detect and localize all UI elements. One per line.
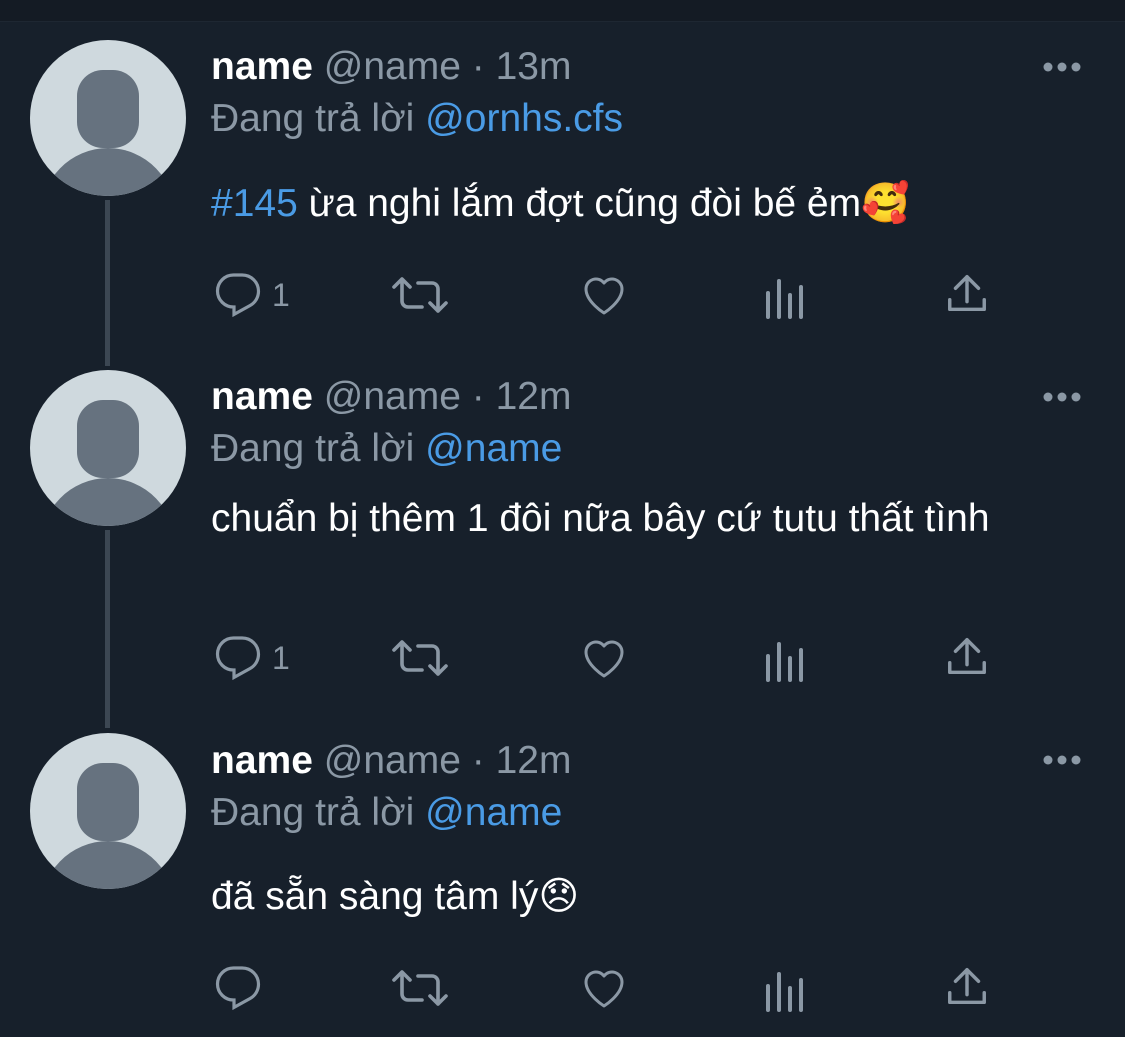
avatar[interactable]	[30, 40, 186, 196]
reply-icon	[215, 636, 261, 681]
display-name[interactable]: name	[211, 45, 313, 88]
display-name[interactable]: name	[211, 739, 313, 782]
tweet-actions: 1	[0, 628, 1125, 688]
like-icon	[584, 970, 624, 1008]
user-handle[interactable]: @name	[324, 739, 461, 782]
replying-to-line: Đang trả lời @name	[211, 424, 562, 474]
separator-dot: ·	[471, 739, 485, 782]
tweet-actions	[0, 958, 1125, 1018]
tweet-text: #145 ừa nghi lắm đợt cũng đòi bế ẻm🥰	[211, 178, 1031, 229]
tweet-time[interactable]: 12m	[496, 375, 572, 418]
reply-icon	[215, 273, 261, 318]
tweet-text-body: đã sẵn sàng tâm lý	[211, 875, 539, 918]
like-button[interactable]	[580, 271, 628, 319]
share-icon	[948, 968, 986, 1005]
retweet-icon	[392, 277, 448, 313]
retweet-icon	[392, 640, 448, 676]
retweet-icon	[392, 970, 448, 1006]
share-icon	[948, 638, 986, 675]
share-button[interactable]	[944, 634, 990, 680]
conversation-thread: name @name · 13m Đang trả lời @ornhs.cfs…	[0, 0, 1125, 1037]
more-options-button[interactable]	[1042, 390, 1082, 404]
views-icon	[766, 642, 803, 682]
retweet-button[interactable]	[392, 964, 448, 1012]
views-button[interactable]	[764, 968, 808, 1012]
default-avatar-icon	[43, 400, 173, 526]
reply-mention-link[interactable]: @name	[425, 427, 562, 470]
disappointed-face-emoji: 😞	[538, 874, 580, 919]
reply-icon	[215, 966, 261, 1011]
reply-button[interactable]: 1	[214, 271, 290, 319]
tweet[interactable]: name @name · 12m Đang trả lời @name chuẩ…	[0, 360, 1125, 724]
views-button[interactable]	[764, 275, 808, 319]
replying-label: Đang trả lời	[211, 791, 415, 834]
replying-to-line: Đang trả lời @name	[211, 788, 562, 838]
share-button[interactable]	[944, 271, 990, 317]
tweet-time[interactable]: 12m	[496, 739, 572, 782]
tweet-header: name @name · 12m	[211, 372, 571, 422]
more-icon	[1043, 392, 1081, 402]
reply-mention-link[interactable]: @name	[425, 791, 562, 834]
default-avatar-icon	[43, 763, 173, 889]
like-icon	[584, 277, 624, 315]
reply-button[interactable]: 1	[214, 634, 290, 682]
avatar[interactable]	[30, 733, 186, 889]
replying-label: Đang trả lời	[211, 427, 415, 470]
separator-dot: ·	[471, 45, 485, 88]
views-button[interactable]	[764, 638, 808, 682]
reply-mention-link[interactable]: @ornhs.cfs	[425, 97, 623, 140]
tweet-header: name @name · 13m	[211, 42, 571, 92]
tweet-header: name @name · 12m	[211, 736, 571, 786]
more-icon	[1043, 755, 1081, 765]
tweet-text-body: ừa nghi lắm đợt cũng đòi bế ẻm	[297, 182, 862, 225]
tweet-text: chuẩn bị thêm 1 đôi nữa bây cứ tutu thất…	[211, 497, 990, 540]
replying-label: Đang trả lời	[211, 97, 415, 140]
views-icon	[766, 279, 803, 319]
retweet-button[interactable]	[392, 634, 448, 682]
default-avatar-icon	[43, 70, 173, 196]
smiling-face-hearts-emoji: 🥰	[861, 181, 910, 226]
like-button[interactable]	[580, 964, 628, 1012]
retweet-button[interactable]	[392, 271, 448, 319]
replying-to-line: Đang trả lời @ornhs.cfs	[211, 94, 623, 144]
tweet[interactable]: name @name · 12m Đang trả lời @name đã s…	[0, 724, 1125, 1037]
reply-button[interactable]	[214, 964, 272, 1012]
tweet-time[interactable]: 13m	[496, 45, 572, 88]
reply-count: 1	[272, 639, 290, 676]
like-button[interactable]	[580, 634, 628, 682]
tweet-actions: 1	[0, 265, 1125, 325]
separator-dot: ·	[471, 375, 485, 418]
hashtag-link[interactable]: #145	[211, 182, 298, 225]
more-icon	[1043, 62, 1081, 72]
user-handle[interactable]: @name	[324, 45, 461, 88]
user-handle[interactable]: @name	[324, 375, 461, 418]
share-icon	[948, 275, 986, 312]
views-icon	[766, 972, 803, 1012]
reply-count: 1	[272, 276, 290, 313]
tweet[interactable]: name @name · 13m Đang trả lời @ornhs.cfs…	[0, 0, 1125, 360]
display-name[interactable]: name	[211, 375, 313, 418]
share-button[interactable]	[944, 964, 990, 1010]
tweet-text: đã sẵn sàng tâm lý😞	[211, 871, 1031, 922]
avatar[interactable]	[30, 370, 186, 526]
more-options-button[interactable]	[1042, 753, 1082, 767]
like-icon	[584, 640, 624, 678]
more-options-button[interactable]	[1042, 60, 1082, 74]
